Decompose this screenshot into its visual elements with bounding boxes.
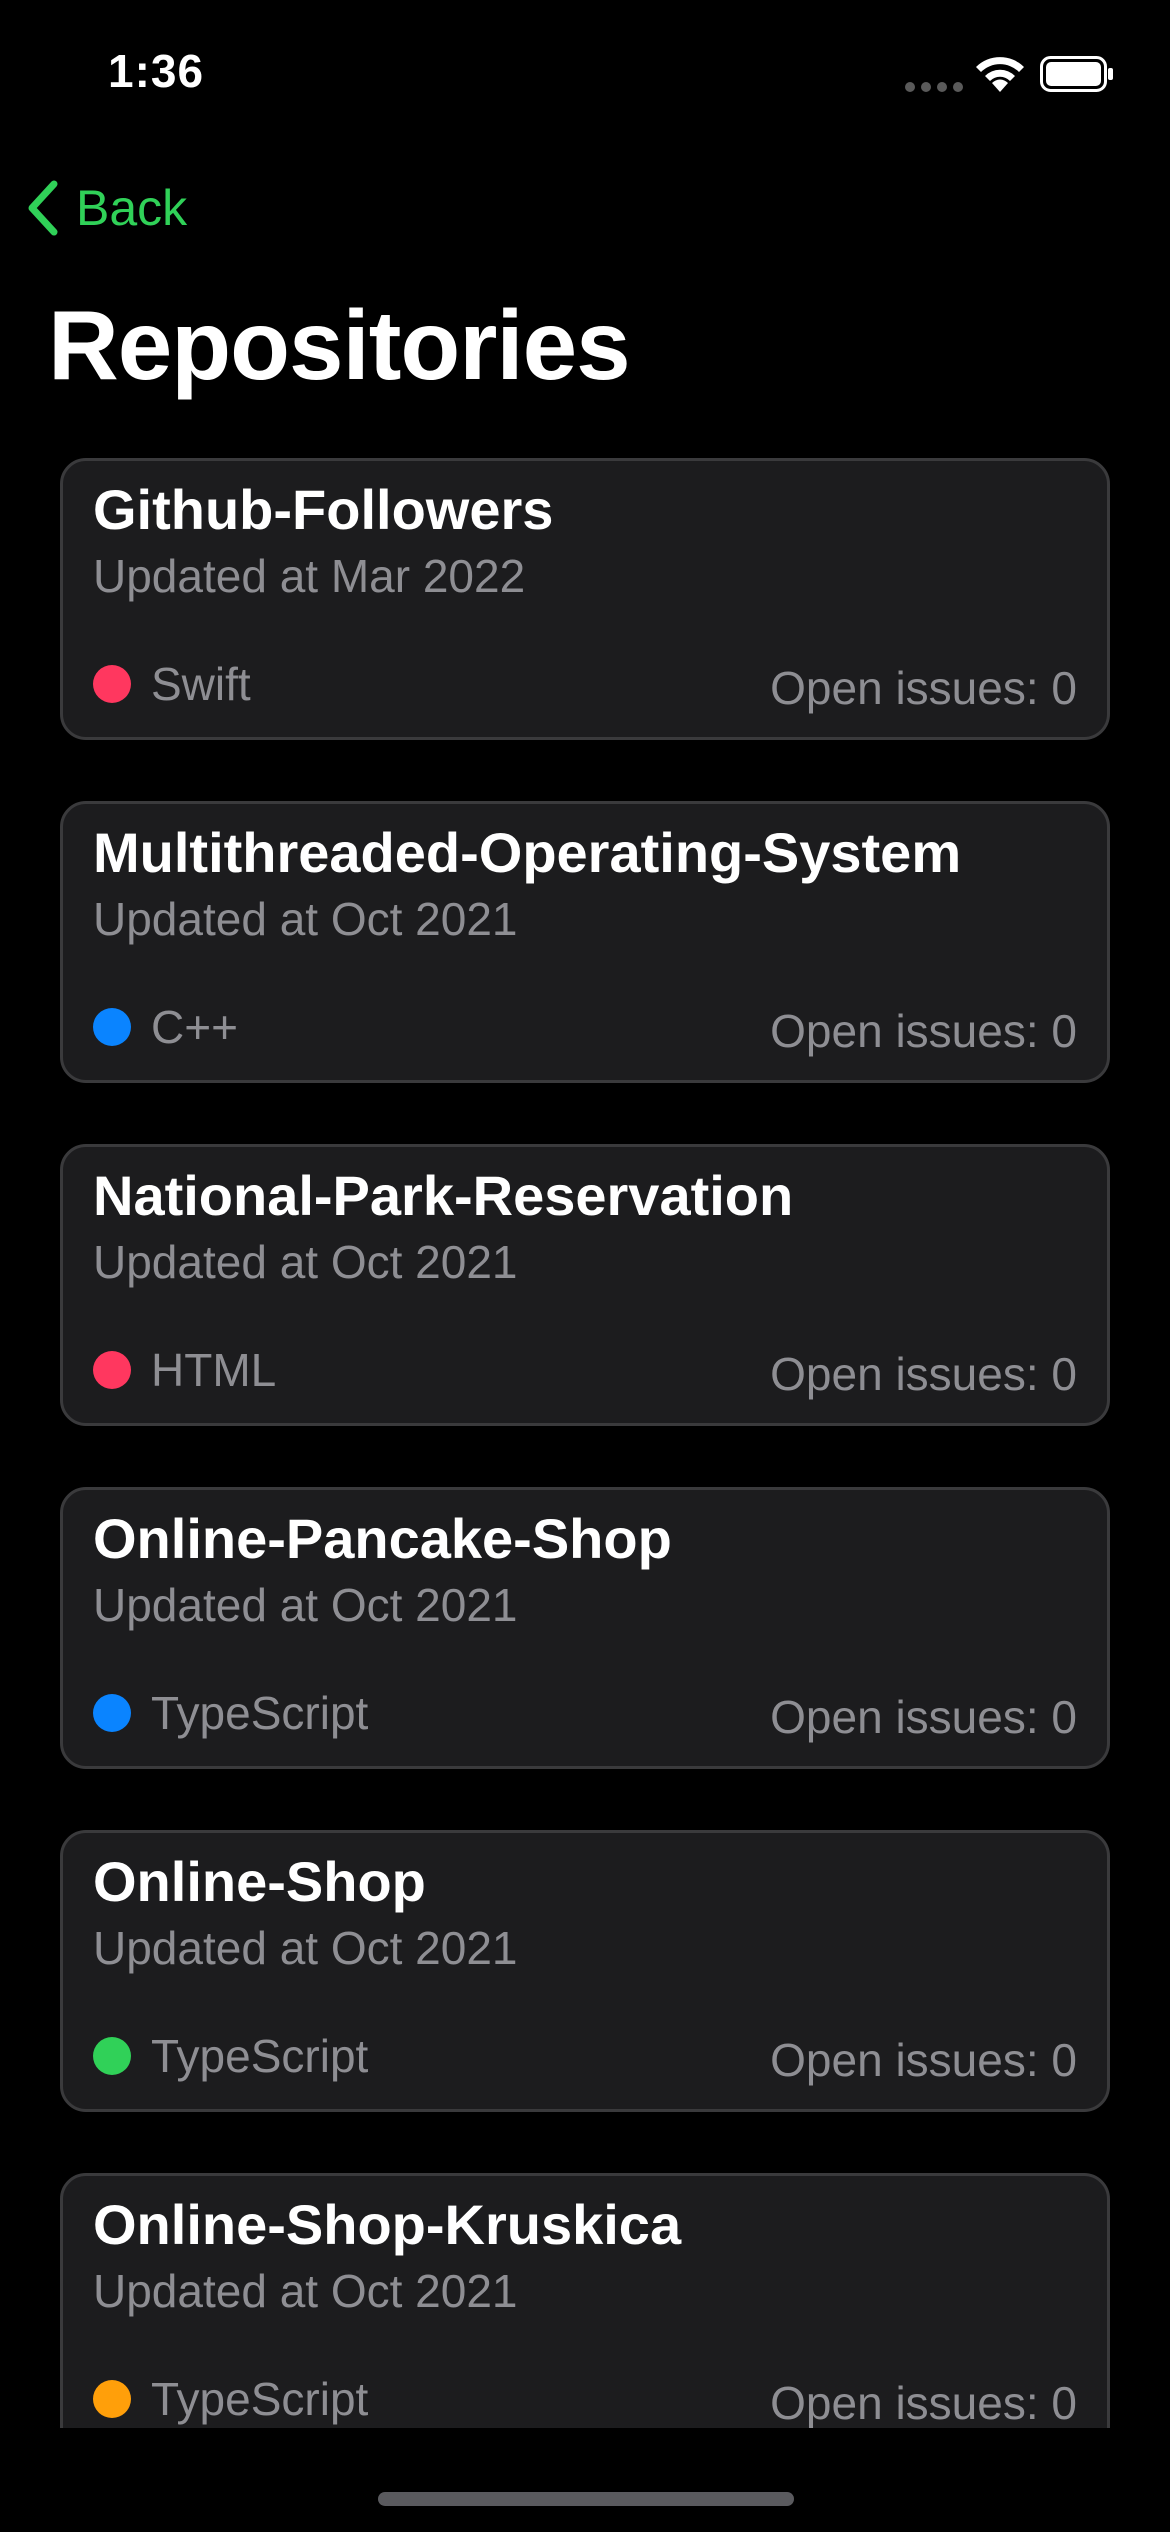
back-label: Back	[76, 180, 188, 236]
repo-language: C++	[93, 1000, 238, 1054]
repo-updated-date: Updated at Mar 2022	[93, 550, 526, 602]
repo-updated-date: Updated at Oct 2021	[93, 1922, 518, 1974]
language-dot-icon	[93, 1008, 131, 1046]
status-bar: 1:36	[0, 0, 1170, 150]
language-label: TypeScript	[151, 1687, 369, 1739]
status-time: 1:36	[108, 45, 205, 97]
repo-name: Online-Shop	[93, 1850, 426, 1913]
chevron-left-icon	[28, 180, 58, 236]
language-label: C++	[151, 1001, 238, 1053]
language-label: TypeScript	[151, 2030, 369, 2082]
repo-card[interactable]: Github-Followers Updated at Mar 2022 Swi…	[60, 458, 1110, 740]
home-indicator[interactable]	[378, 2492, 794, 2506]
repo-language: Swift	[93, 657, 251, 711]
repo-card[interactable]: Online-Pancake-Shop Updated at Oct 2021 …	[60, 1487, 1110, 1769]
repo-name: Online-Pancake-Shop	[93, 1507, 672, 1570]
repo-name: Github-Followers	[93, 478, 554, 541]
repo-card[interactable]: Multithreaded-Operating-System Updated a…	[60, 801, 1110, 1083]
language-label: TypeScript	[151, 2373, 369, 2425]
open-issues-count: Open issues: 0	[770, 1691, 1077, 1743]
repo-language: HTML	[93, 1343, 276, 1397]
page-title: Repositories	[48, 290, 631, 400]
repo-updated-date: Updated at Oct 2021	[93, 1236, 518, 1288]
repo-name: Online-Shop-Kruskica	[93, 2193, 682, 2256]
open-issues-count: Open issues: 0	[770, 2377, 1077, 2428]
repo-card[interactable]: Online-Shop Updated at Oct 2021 TypeScri…	[60, 1830, 1110, 2112]
back-button[interactable]: Back	[22, 172, 187, 244]
language-dot-icon	[93, 1694, 131, 1732]
open-issues-count: Open issues: 0	[770, 1348, 1077, 1400]
repo-updated-date: Updated at Oct 2021	[93, 2265, 518, 2317]
repo-language: TypeScript	[93, 2029, 368, 2083]
open-issues-count: Open issues: 0	[770, 662, 1077, 714]
wifi-icon	[976, 57, 1024, 92]
repo-card[interactable]: Online-Shop-Kruskica Updated at Oct 2021…	[60, 2173, 1110, 2428]
repo-list-scroll[interactable]: Github-Followers Updated at Mar 2022 Swi…	[0, 458, 1170, 2428]
language-dot-icon	[93, 665, 131, 703]
open-issues-count: Open issues: 0	[770, 2034, 1077, 2086]
open-issues-count: Open issues: 0	[770, 1005, 1077, 1057]
language-dot-icon	[93, 2037, 131, 2075]
language-label: Swift	[151, 658, 251, 710]
repo-updated-date: Updated at Oct 2021	[93, 893, 518, 945]
language-dot-icon	[93, 2380, 131, 2418]
repo-language: TypeScript	[93, 1686, 368, 1740]
repo-language: TypeScript	[93, 2372, 368, 2426]
repo-name: National-Park-Reservation	[93, 1164, 794, 1227]
battery-icon	[1040, 56, 1113, 92]
repo-name: Multithreaded-Operating-System	[93, 821, 962, 884]
language-label: HTML	[151, 1344, 277, 1396]
language-dot-icon	[93, 1351, 131, 1389]
cellular-signal-icon	[905, 82, 963, 92]
repo-updated-date: Updated at Oct 2021	[93, 1579, 518, 1631]
repo-card[interactable]: National-Park-Reservation Updated at Oct…	[60, 1144, 1110, 1426]
